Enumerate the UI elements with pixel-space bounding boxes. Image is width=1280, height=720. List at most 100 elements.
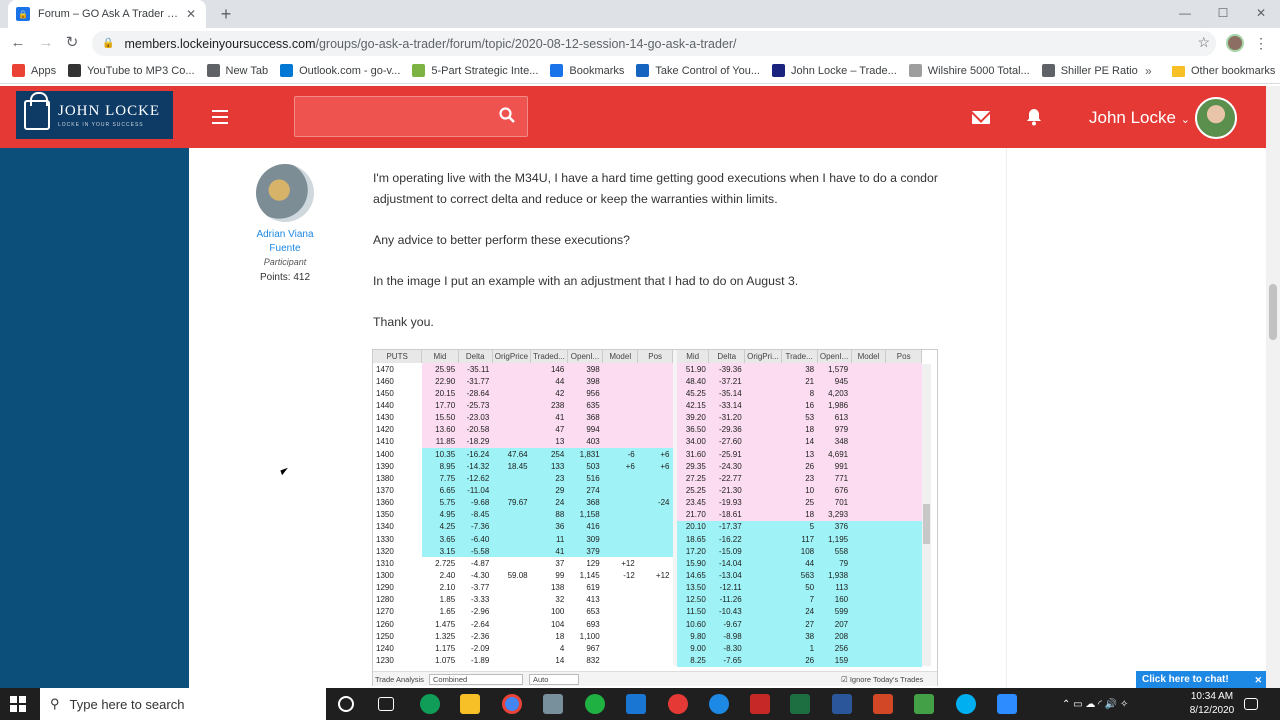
chain-row[interactable]: 12.50 -11.26 7 160 [677,593,922,606]
window-close-button[interactable]: ✕ [1242,0,1280,28]
address-bar[interactable]: 🔒 members.lockeinyoursuccess.com/groups/… [92,31,1216,56]
taskbar-search-input[interactable]: ⚲ Type here to search [40,688,326,720]
bookmark-item[interactable]: Take Control of You... [636,64,760,77]
bookmark-item[interactable]: 5-Part Strategic Inte... [412,64,538,77]
chain-row[interactable]: 17.20 -15.09 108 558 [677,545,922,558]
chain-row[interactable]: 1340 4.25 -7.36 36 416 [373,520,673,533]
forward-button[interactable]: → [36,33,56,53]
chain-row[interactable]: 1370 6.65 -11.04 29 274 [373,484,673,497]
bookmark-item[interactable]: Wilshire 5000 Total... [908,64,1030,77]
minimize-button[interactable]: — [1166,0,1204,28]
user-avatar[interactable] [1195,97,1237,139]
chain-row[interactable]: 1270 1.65 -2.96 100 653 [373,605,673,618]
messages-envelope-icon[interactable] [972,111,990,124]
page-scrollbar[interactable] [1266,86,1280,688]
site-logo[interactable]: JOHN LOCKE LOCKE IN YOUR SUCCESS [16,91,173,139]
column-header[interactable]: OpenI... [567,350,604,363]
app-icon[interactable] [914,694,934,714]
auto-select[interactable]: Auto [529,674,579,685]
chain-row[interactable]: 21.70 -18.61 18 3,293 [677,508,922,521]
opera-icon[interactable] [668,694,688,714]
column-header[interactable]: Delta [708,350,746,363]
excel-icon[interactable] [790,694,810,714]
powerpoint-icon[interactable] [873,694,893,714]
chain-row[interactable]: 10.60 -9.67 27 207 [677,617,922,631]
chain-row[interactable]: 1240 1.175 -2.09 4 967 [373,642,673,655]
taskbar-clock[interactable]: 10:34 AM 8/12/2020 [1180,690,1244,718]
chain-row[interactable]: 42.15 -33.14 16 1,986 [677,399,922,412]
column-header[interactable]: PUTS [373,350,423,363]
chain-row[interactable]: 1230 1.075 -1.89 14 832 [373,654,673,667]
chain-row[interactable]: 1280 1.85 -3.33 32 413 [373,593,673,606]
chain-row[interactable]: 1400 10.35 -16.24 47.64 254 1,831 -6 +6 [373,447,673,461]
bookmark-item[interactable]: John Locke – Trade... [772,64,897,77]
chain-row[interactable]: 15.90 -14.04 44 79 [677,557,922,570]
chain-row[interactable]: 9.00 -8.30 1 256 [677,642,922,655]
file-explorer-icon[interactable] [460,694,480,714]
browser-tab[interactable]: 🔒 Forum – GO Ask A Trader Session ✕ [8,0,206,28]
chain-row[interactable]: 11.50 -10.43 24 599 [677,605,922,618]
chain-row[interactable]: 1390 8.95 -14.32 18.45 133 503 +6 +6 [373,460,673,473]
column-header[interactable]: Mid [677,350,710,363]
other-bookmarks-folder[interactable]: Other bookmarks [1172,58,1275,84]
bookmark-item[interactable]: Apps [12,64,56,77]
combined-select[interactable]: Combined [429,674,523,685]
column-header[interactable]: OpenI... [817,350,852,363]
chain-row[interactable]: 1290 2.10 -3.77 138 619 [373,581,673,594]
column-header[interactable]: Model [851,350,887,363]
chain-row[interactable]: 39.20 -31.20 53 613 [677,411,922,424]
chain-row[interactable]: 36.50 -29.36 18 979 [677,423,922,436]
chain-row[interactable]: 29.35 -24.30 26 991 [677,460,922,473]
chrome-icon[interactable] [502,694,522,714]
chain-row[interactable]: 14.65 -13.04 563 1,938 [677,569,922,582]
chain-row[interactable]: 23.45 -19.93 25 701 [677,496,922,509]
column-header[interactable]: Model [602,350,639,363]
chain-row[interactable]: 1250 1.325 -2.36 18 1,100 [373,630,673,643]
bookmark-star-icon[interactable]: ☆ [1197,34,1210,51]
chain-row[interactable]: 1310 2.725 -4.87 37 129 +12 [373,557,673,570]
app-icon[interactable] [750,694,770,714]
chain-row[interactable]: 1380 7.75 -12.62 23 516 [373,472,673,485]
more-bookmarks-button[interactable]: » [1145,58,1152,84]
chat-button[interactable]: Click here to chat! ✕ [1136,671,1266,688]
chain-row[interactable]: 1350 4.95 -8.45 88 1,158 [373,508,673,521]
chain-row[interactable]: 8.25 -7.65 26 159 [677,654,922,667]
column-header[interactable]: Pos [637,350,673,363]
app-icon[interactable] [709,694,729,714]
column-header[interactable]: Mid [421,350,459,363]
bookmark-item[interactable]: Shiller PE Ratio [1041,64,1138,77]
user-menu[interactable]: John Locke ⌄ [1089,108,1190,128]
chain-row[interactable]: 1410 11.85 -18.29 13 403 [373,435,673,448]
author-avatar[interactable] [256,164,314,222]
chain-row[interactable]: 9.80 -8.98 38 208 [677,630,922,643]
author-name-link[interactable]: Adrian Viana Fuente [230,228,340,256]
bookmark-item[interactable]: Outlook.com - go-v... [280,64,400,77]
chain-row[interactable]: 1320 3.15 -5.58 41 379 [373,545,673,558]
column-header[interactable]: OrigPri... [744,350,782,363]
chain-row[interactable]: 1360 5.75 -9.68 79.67 24 368 -24 [373,496,673,509]
system-tray[interactable]: ⌃ ▭ ☁ ◜ 🔊 ✧ [1062,688,1128,720]
search-icon[interactable] [499,107,515,123]
new-tab-button[interactable]: + [216,4,236,24]
site-search-input[interactable] [294,96,528,137]
app-icon[interactable] [585,694,605,714]
browser-profile-avatar[interactable] [1226,34,1244,52]
notifications-bell-icon[interactable] [1026,108,1042,126]
chain-row[interactable]: 18.65 -16.22 117 1,195 [677,532,922,546]
maximize-button[interactable]: ☐ [1204,0,1242,28]
task-view-icon[interactable] [378,697,394,711]
chain-row[interactable]: 45.25 -35.14 8 4,203 [677,387,922,400]
hamburger-menu-icon[interactable] [212,110,228,124]
notification-center-icon[interactable] [1244,698,1258,710]
ignore-trades-checkbox[interactable]: ☑ Ignore Today's Trades [841,675,923,684]
chain-row[interactable]: 1420 13.60 -20.58 47 994 [373,423,673,436]
zoom-icon[interactable] [997,694,1017,714]
back-button[interactable]: ← [8,33,28,53]
skype-icon[interactable] [956,694,976,714]
browser-menu-icon[interactable]: ⋮ [1254,34,1268,52]
chain-row[interactable]: 20.10 -17.37 5 376 [677,520,922,533]
column-header[interactable]: Traded... [530,350,568,363]
chain-row[interactable]: 1330 3.65 -6.40 11 309 [373,532,673,546]
chain-row[interactable]: 31.60 -25.91 13 4,691 [677,447,922,461]
close-tab-icon[interactable]: ✕ [184,7,198,21]
